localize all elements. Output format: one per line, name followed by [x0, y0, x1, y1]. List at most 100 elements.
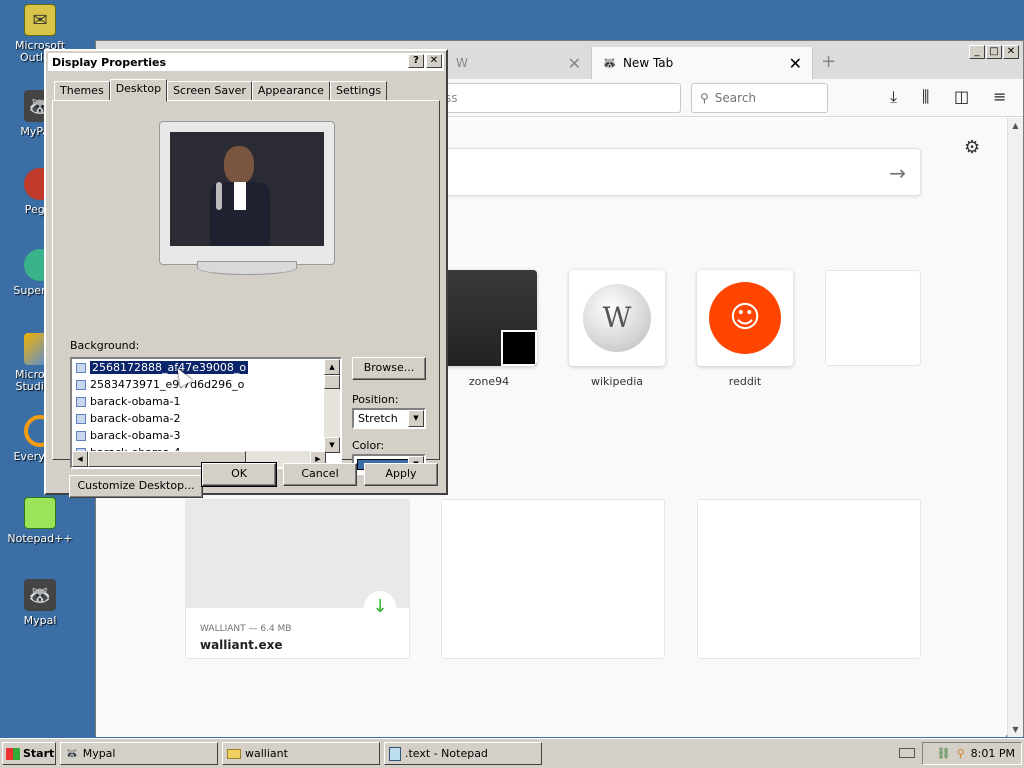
- search-tray-icon[interactable]: ⚲: [957, 747, 965, 760]
- dialog-title: Display Properties: [48, 53, 444, 71]
- monitor-preview: [159, 121, 335, 275]
- download-arrow-icon: ↓: [364, 591, 396, 623]
- scroll-up-icon[interactable]: ▲: [324, 359, 340, 375]
- tab-new-tab[interactable]: 🦝 New Tab ✕: [591, 47, 813, 79]
- scroll-down-icon[interactable]: ▼: [1008, 722, 1023, 737]
- chevron-down-icon[interactable]: ▼: [408, 410, 424, 427]
- list-item[interactable]: barack-obama-2: [72, 410, 340, 427]
- close-icon[interactable]: ✕: [568, 54, 581, 73]
- library-icon[interactable]: ⫼: [922, 87, 929, 107]
- folder-icon: [227, 748, 241, 759]
- image-file-icon: [76, 362, 86, 373]
- maximize-icon[interactable]: □: [986, 45, 1002, 59]
- raccoon-icon: 🦝: [65, 747, 79, 760]
- list-item[interactable]: barack-obama-1: [72, 393, 340, 410]
- desktop-icon-mypal-2[interactable]: 🦝 Mypal: [0, 579, 80, 627]
- browse-button[interactable]: Browse...: [352, 357, 426, 380]
- task-mypal[interactable]: 🦝 Mypal: [60, 742, 218, 765]
- arrow-right-icon[interactable]: →: [889, 161, 906, 185]
- download-filename: walliant.exe: [200, 638, 283, 652]
- scroll-up-icon[interactable]: ▲: [1008, 118, 1023, 133]
- image-file-icon: [76, 379, 86, 390]
- tab-label: W: [456, 56, 468, 70]
- menu-icon[interactable]: ≡: [993, 87, 1006, 106]
- top-site-reddit[interactable]: ☺: [697, 270, 793, 366]
- close-icon[interactable]: ✕: [789, 54, 802, 73]
- dialog-title-buttons: ? ✕: [408, 54, 442, 68]
- close-icon[interactable]: ✕: [1003, 45, 1019, 59]
- desktop-icon-label: Notepad++: [7, 532, 73, 545]
- network-icon[interactable]: ⛓: [937, 747, 951, 760]
- clock[interactable]: 8:01 PM: [971, 747, 1015, 760]
- close-icon[interactable]: ✕: [426, 54, 442, 68]
- task-label: .text - Notepad: [405, 747, 488, 760]
- top-site-empty[interactable]: [825, 270, 921, 366]
- start-button[interactable]: Start: [2, 742, 56, 765]
- wikipedia-globe-icon: W: [583, 284, 651, 352]
- scroll-down-icon[interactable]: ▼: [324, 437, 340, 453]
- start-label: Start: [23, 747, 55, 760]
- color-label: Color:: [352, 439, 385, 452]
- position-label: Position:: [352, 393, 399, 406]
- page-search-box[interactable]: →: [441, 148, 921, 196]
- image-file-icon: [76, 413, 86, 424]
- vertical-scrollbar[interactable]: ▲ ▼: [1007, 118, 1023, 737]
- highlight-card-empty-1: [441, 499, 665, 659]
- task-walliant[interactable]: walliant: [222, 742, 380, 765]
- cancel-button[interactable]: Cancel: [283, 463, 357, 486]
- sidebar-icon[interactable]: ◫: [954, 87, 969, 106]
- windows-logo-icon: [6, 747, 20, 760]
- scroll-thumb[interactable]: [324, 375, 340, 389]
- search-placeholder: Search: [714, 91, 757, 105]
- desktop-icon-label: Mypal: [23, 614, 57, 627]
- list-vertical-scrollbar[interactable]: ▲ ▼: [324, 359, 340, 453]
- tab-settings[interactable]: Settings: [329, 81, 388, 101]
- top-site-wikipedia[interactable]: W: [569, 270, 665, 366]
- desktop-tab-panel: Background: 2568172888_af47e39008_o 2583…: [52, 100, 440, 498]
- list-item[interactable]: 2583473971_e9f7d6d296_o: [72, 376, 340, 393]
- image-file-icon: [76, 430, 86, 441]
- list-item[interactable]: barack-obama-3: [72, 427, 340, 444]
- tab-themes[interactable]: Themes: [54, 81, 110, 101]
- top-site-label: reddit: [728, 375, 762, 388]
- raccoon-icon: 🦝: [24, 579, 56, 611]
- tab-appearance[interactable]: Appearance: [251, 81, 330, 101]
- tab-screen-saver[interactable]: Screen Saver: [167, 81, 252, 101]
- outlook-icon: ✉: [24, 4, 56, 36]
- search-input[interactable]: ⚲ Search: [691, 83, 828, 113]
- image-file-icon: [76, 396, 86, 407]
- new-tab-plus-icon[interactable]: +: [821, 51, 836, 72]
- download-icon[interactable]: ⤓: [890, 87, 897, 107]
- background-list[interactable]: 2568172888_af47e39008_o 2583473971_e9f7d…: [70, 357, 342, 469]
- tab-label: New Tab: [622, 56, 674, 70]
- microphone-icon: [216, 182, 222, 210]
- desktop-icon-notepadpp[interactable]: Notepad++: [0, 497, 80, 545]
- minimize-icon[interactable]: _: [969, 45, 985, 59]
- highlight-card-empty-2: [697, 499, 921, 659]
- apply-button[interactable]: Apply: [364, 463, 438, 486]
- gear-icon[interactable]: ⚙: [964, 137, 980, 158]
- task-label: walliant: [245, 747, 288, 760]
- tab-previous[interactable]: W ✕: [446, 47, 591, 79]
- keyboard-icon[interactable]: [899, 748, 915, 758]
- task-notepad[interactable]: .text - Notepad: [384, 742, 542, 765]
- tab-desktop[interactable]: Desktop: [109, 79, 168, 102]
- display-properties-dialog: Display Properties ? ✕ Themes Desktop Sc…: [44, 49, 448, 498]
- download-card[interactable]: ↓ WALLIANT — 6.4 MB walliant.exe: [185, 499, 410, 659]
- top-site-label: zone94: [468, 375, 510, 388]
- task-label: Mypal: [82, 747, 116, 760]
- position-select[interactable]: Stretch ▼: [352, 408, 426, 429]
- ok-button[interactable]: OK: [201, 462, 277, 487]
- top-site-zone94[interactable]: [441, 270, 537, 366]
- system-tray: ⛓ ⚲ 8:01 PM: [922, 742, 1022, 765]
- help-icon[interactable]: ?: [408, 54, 424, 68]
- customize-desktop-button[interactable]: Customize Desktop...: [69, 475, 203, 498]
- dialog-tabs: Themes Desktop Screen Saver Appearance S…: [54, 79, 388, 102]
- list-item[interactable]: 2568172888_af47e39008_o: [72, 359, 340, 376]
- taskbar: Start 🦝 Mypal walliant .text - Notepad ⛓…: [0, 738, 1024, 768]
- url-input[interactable]: ss: [436, 83, 681, 113]
- scroll-left-icon[interactable]: ◀: [72, 451, 88, 467]
- raccoon-icon: 🦝: [602, 56, 617, 70]
- search-icon: ⚲: [700, 91, 709, 105]
- top-site-label: wikipedia: [590, 375, 643, 388]
